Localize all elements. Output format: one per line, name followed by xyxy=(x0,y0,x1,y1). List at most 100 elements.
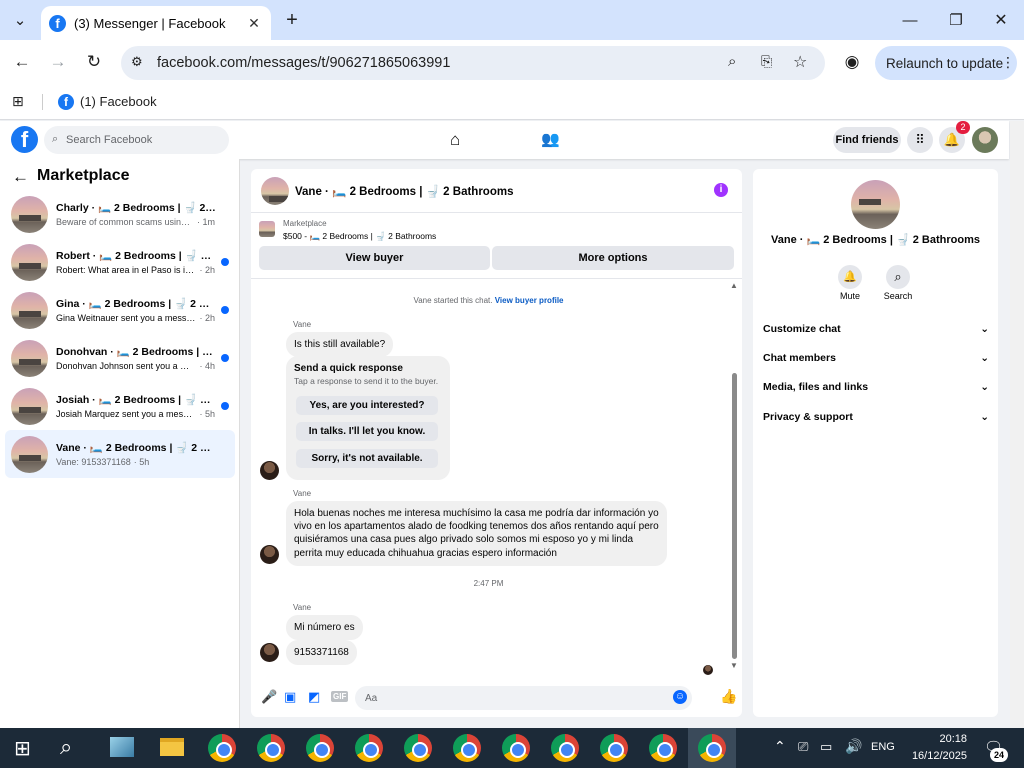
quick-reply-button[interactable]: Sorry, it's not available. xyxy=(296,449,438,468)
unread-dot xyxy=(221,354,229,362)
more-options-button[interactable]: More options xyxy=(492,246,734,270)
microphone-icon[interactable]: 🎤 xyxy=(261,689,277,705)
conversation-name: Charly · 🛏️ 2 Bedrooms | 🚽 2 Bathrooms xyxy=(56,202,215,214)
page-scrollbar[interactable] xyxy=(1010,121,1024,728)
account-avatar[interactable] xyxy=(972,127,998,153)
gif-icon[interactable]: GIF xyxy=(331,691,349,702)
chrome-icon[interactable] xyxy=(355,734,383,762)
media-files-row[interactable]: Media, files and links ⌄ xyxy=(763,377,989,397)
home-icon[interactable]: ⌂ xyxy=(450,130,460,150)
conversation-item[interactable]: Gina · 🛏️ 2 Bedrooms | 🚽 2 Bathrooms Gin… xyxy=(5,286,235,334)
chrome-icon[interactable] xyxy=(502,734,530,762)
file-explorer-icon[interactable] xyxy=(160,738,184,756)
listing-summary[interactable]: $500 - 🛏️ 2 Bedrooms | 🚽 2 Bathrooms xyxy=(283,231,436,242)
buyer-avatar[interactable] xyxy=(260,643,279,662)
camera-icon[interactable]: ⎚ xyxy=(798,739,808,755)
listing-thumbnail xyxy=(11,435,48,473)
chat-title[interactable]: Vane · 🛏️ 2 Bedrooms | 🚽 2 Bathrooms xyxy=(295,184,513,198)
new-tab-icon[interactable]: + xyxy=(280,9,304,31)
chrome-icon[interactable] xyxy=(257,734,285,762)
conversation-name: Vane · 🛏️ 2 Bedrooms | 🚽 2 Bathrooms xyxy=(56,442,215,454)
chat-members-row[interactable]: Chat members ⌄ xyxy=(763,348,989,368)
zoom-icon[interactable]: ⌕ xyxy=(728,53,736,70)
close-window-icon[interactable]: ✕ xyxy=(989,9,1013,31)
menu-grid-icon[interactable]: ⠿ xyxy=(907,127,933,153)
facebook-header: f ⌕ Search Facebook ⌂ 👥 Find friends ⠿ 🔔… xyxy=(0,121,1009,159)
view-buyer-button[interactable]: View buyer xyxy=(259,246,490,270)
browser-tab[interactable]: f (3) Messenger | Facebook ✕ xyxy=(41,6,271,40)
apps-grid-icon[interactable]: ⊞ xyxy=(12,93,24,110)
message-bubble[interactable]: Is this still available? xyxy=(286,332,394,358)
install-app-icon[interactable]: ⎘ xyxy=(761,53,772,70)
bookmark-star-icon[interactable]: ☆ xyxy=(793,52,807,72)
conversation-item[interactable]: Robert · 🛏️ 2 Bedrooms | 🚽 2 Bathrooms R… xyxy=(5,238,235,286)
back-arrow-icon[interactable]: ← xyxy=(12,167,29,187)
conversation-item[interactable]: Josiah · 🛏️ 2 Bedrooms | 🚽 2 Bathrooms J… xyxy=(5,382,235,430)
chrome-icon[interactable] xyxy=(551,734,579,762)
chat-scrollbar[interactable]: ▲ ▼ xyxy=(730,281,738,671)
chrome-icon[interactable] xyxy=(208,734,236,762)
info-icon[interactable]: i xyxy=(714,183,728,197)
bookmark-facebook[interactable]: (1) Facebook xyxy=(80,94,157,109)
sticker-icon[interactable]: ◩ xyxy=(308,689,320,705)
close-tab-icon[interactable]: ✕ xyxy=(245,15,263,32)
forward-icon[interactable]: → xyxy=(46,51,70,73)
scroll-down-icon[interactable]: ▼ xyxy=(730,661,738,670)
restore-icon[interactable]: ❐ xyxy=(944,9,968,31)
friends-icon[interactable]: 👥 xyxy=(541,130,560,148)
volume-icon[interactable]: 🔊 xyxy=(845,738,862,755)
thumbs-up-icon[interactable]: 👍 xyxy=(720,688,737,705)
chevron-up-icon[interactable]: ⌃ xyxy=(774,738,786,755)
photo-icon[interactable]: ▣ xyxy=(284,689,296,705)
back-icon[interactable]: ← xyxy=(10,51,34,73)
network-icon[interactable]: ▭ xyxy=(820,739,832,755)
message-input[interactable]: Aa ☺ xyxy=(355,686,692,710)
message-placeholder: Aa xyxy=(365,692,378,704)
message-bubble[interactable]: 9153371168 xyxy=(286,640,357,666)
search-icon[interactable]: ⌕ xyxy=(886,265,910,289)
quick-reply-button[interactable]: Yes, are you interested? xyxy=(296,396,438,415)
chrome-icon[interactable] xyxy=(649,734,677,762)
clock-date[interactable]: 16/12/2025 xyxy=(905,750,967,762)
conversation-item[interactable]: Donohvan · 🛏️ 2 Bedrooms | 🚽 2 Bathrooms… xyxy=(5,334,235,382)
search-icon[interactable]: ⌕ xyxy=(60,734,72,760)
conversation-item[interactable]: Charly · 🛏️ 2 Bedrooms | 🚽 2 Bathrooms B… xyxy=(5,190,235,238)
language-indicator[interactable]: ENG xyxy=(871,741,895,753)
relaunch-button[interactable]: Relaunch to update ⋮ xyxy=(875,46,1017,80)
tab-search-icon[interactable]: ⌄ xyxy=(8,9,32,31)
chrome-icon[interactable] xyxy=(453,734,481,762)
chrome-icon[interactable] xyxy=(306,734,334,762)
conversation-preview: Gina Weitnauer sent you a messag... xyxy=(56,313,197,323)
facebook-logo-icon[interactable]: f xyxy=(11,126,38,153)
message-bubble[interactable]: Hola buenas noches me interesa muchísimo… xyxy=(286,501,667,566)
windows-start-icon[interactable]: ⊞ xyxy=(14,736,31,761)
customize-chat-row[interactable]: Customize chat ⌄ xyxy=(763,319,989,339)
address-input[interactable]: ⚙ facebook.com/messages/t/90627186506399… xyxy=(121,46,825,80)
chrome-icon[interactable] xyxy=(404,734,432,762)
message-bubble[interactable]: Mi número es xyxy=(286,615,363,641)
buyer-avatar[interactable] xyxy=(260,461,279,480)
chat-avatar[interactable] xyxy=(261,176,289,205)
facebook-search-input[interactable]: ⌕ Search Facebook xyxy=(44,126,229,154)
marketplace-title: Marketplace xyxy=(37,167,130,184)
site-settings-icon[interactable]: ⚙ xyxy=(131,54,143,70)
mute-icon[interactable]: 🔔 xyxy=(838,265,862,289)
taskbar: ⊞ ⌕ ⌃ ⎚ ▭ 🔊 ENG 20:18 16/12/2025 🗨 24 xyxy=(0,728,1024,768)
privacy-support-row[interactable]: Privacy & support ⌄ xyxy=(763,407,989,427)
scroll-up-icon[interactable]: ▲ xyxy=(730,281,738,290)
chrome-icon-active[interactable] xyxy=(698,734,726,762)
clock-time[interactable]: 20:18 xyxy=(907,733,967,745)
quick-reply-button[interactable]: In talks. I'll let you know. xyxy=(296,422,438,441)
buyer-avatar[interactable] xyxy=(260,545,279,564)
scroll-thumb[interactable] xyxy=(732,373,737,659)
conversation-item-selected[interactable]: Vane · 🛏️ 2 Bedrooms | 🚽 2 Bathrooms Van… xyxy=(5,430,235,478)
profile-icon[interactable]: ◉ xyxy=(840,51,864,73)
notebook-app-icon[interactable] xyxy=(110,737,134,757)
view-buyer-profile-link[interactable]: View buyer profile xyxy=(495,296,564,305)
emoji-icon[interactable]: ☺ xyxy=(673,690,687,704)
find-friends-button[interactable]: Find friends xyxy=(833,127,901,153)
minimize-icon[interactable]: — xyxy=(898,9,922,31)
menu-icon[interactable]: ⋮ xyxy=(1001,54,1015,71)
reload-icon[interactable]: ↻ xyxy=(82,51,106,73)
chrome-icon[interactable] xyxy=(600,734,628,762)
